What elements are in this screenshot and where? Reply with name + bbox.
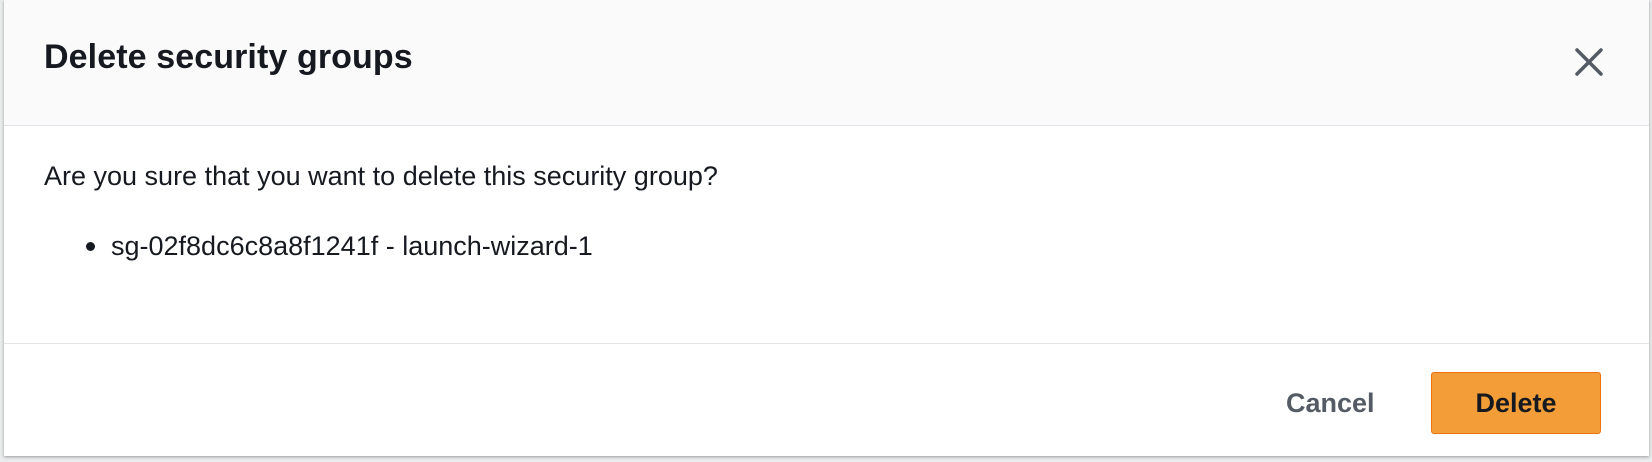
confirmation-message: Are you sure that you want to delete thi… — [44, 161, 718, 191]
cancel-button[interactable]: Cancel — [1262, 372, 1399, 434]
list-item: sg-02f8dc6c8a8f1241f - launch-wizard-1 — [86, 231, 593, 262]
security-group-label: sg-02f8dc6c8a8f1241f - launch-wizard-1 — [111, 231, 593, 261]
modal-title: Delete security groups — [44, 38, 413, 76]
close-button[interactable] — [1567, 40, 1611, 84]
security-group-list: sg-02f8dc6c8a8f1241f - launch-wizard-1 — [86, 231, 593, 262]
bullet-icon — [86, 242, 95, 251]
delete-button[interactable]: Delete — [1431, 372, 1601, 434]
modal-footer: Cancel Delete — [4, 344, 1649, 456]
modal-header: Delete security groups — [4, 0, 1649, 126]
delete-security-groups-modal: Delete security groups Are you sure that… — [4, 0, 1649, 456]
close-icon — [1567, 40, 1611, 84]
modal-body: Are you sure that you want to delete thi… — [4, 126, 1649, 344]
